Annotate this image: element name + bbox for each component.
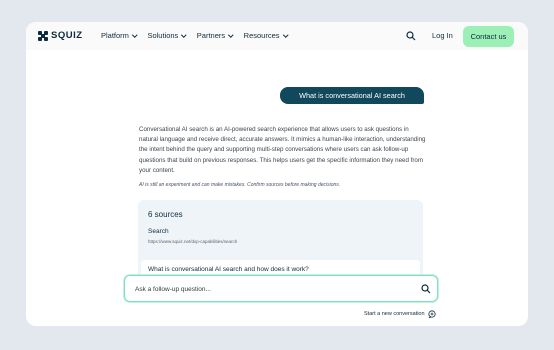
chevron-down-icon <box>282 32 288 37</box>
user-question-bubble: What is conversational AI search <box>280 87 424 104</box>
source-title: What is conversational AI search and how… <box>148 266 309 273</box>
contact-us-button[interactable]: Contact us <box>463 26 514 47</box>
nav-item-platform[interactable]: Platform <box>101 31 138 40</box>
source-url[interactable]: https://www.squiz.net/dxp-capabilities/s… <box>148 239 237 244</box>
new-conversation-link[interactable]: Start a new conversation <box>364 310 436 318</box>
nav-item-partners[interactable]: Partners <box>196 31 234 40</box>
squiz-logo[interactable]: SQUIZ <box>38 30 83 41</box>
ai-disclaimer: AI is still an experiment and can make m… <box>139 182 341 188</box>
squiz-logo-icon <box>38 30 48 41</box>
nav-item-solutions[interactable]: Solutions <box>147 31 187 40</box>
search-icon[interactable] <box>421 284 431 294</box>
followup-box <box>124 275 438 302</box>
ai-answer-text: Conversational AI search is an AI-powere… <box>139 126 426 174</box>
nav-item-label: Resources <box>243 31 280 40</box>
chevron-down-icon <box>181 32 187 37</box>
sources-panel: 6 sources Search https://www.squiz.net/d… <box>138 200 423 290</box>
login-link[interactable]: Log In <box>432 31 453 40</box>
chevron-down-icon <box>228 32 234 37</box>
top-nav: SQUIZ Platform Solutions Partners Resour… <box>26 22 528 50</box>
nav-item-label: Platform <box>101 31 129 40</box>
nav-item-resources[interactable]: Resources <box>243 31 288 40</box>
search-icon[interactable] <box>406 31 416 41</box>
logo-text: SQUIZ <box>51 30 83 41</box>
nav-menu: Platform Solutions Partners Resources <box>101 31 288 40</box>
sources-count: 6 sources <box>148 210 183 219</box>
browser-frame: SQUIZ Platform Solutions Partners Resour… <box>26 22 528 326</box>
followup-input[interactable] <box>135 283 405 295</box>
nav-item-label: Partners <box>196 31 226 40</box>
new-conversation-label: Start a new conversation <box>364 311 425 317</box>
chat-bubble-icon <box>427 310 436 318</box>
source-title[interactable]: Search <box>148 228 169 235</box>
nav-item-label: Solutions <box>147 31 179 40</box>
chevron-down-icon <box>132 32 138 37</box>
